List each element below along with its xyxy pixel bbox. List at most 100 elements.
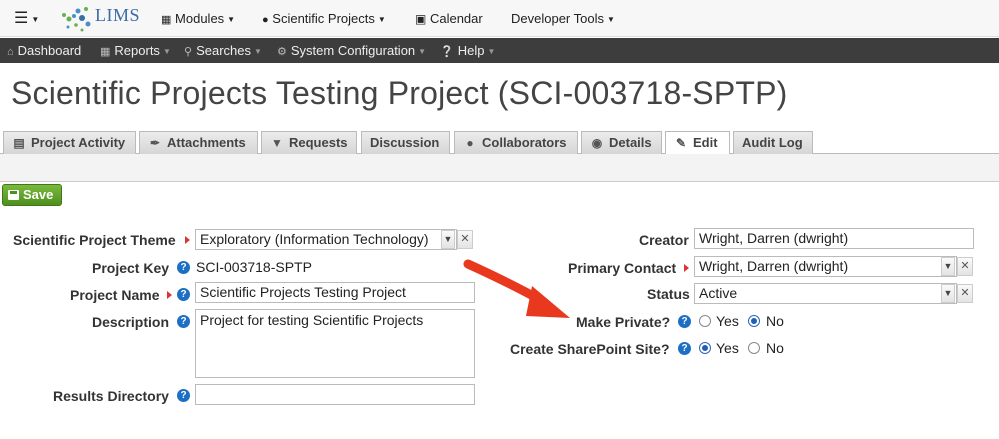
creator-input[interactable]: Wright, Darren (dwright) xyxy=(694,228,974,249)
tab-attachments[interactable]: ✒ Attachments xyxy=(139,131,258,154)
hamburger-icon: ☰ xyxy=(14,10,29,27)
project-name-input[interactable]: Scientific Projects Testing Project xyxy=(195,282,475,303)
private-yes-radio[interactable] xyxy=(699,315,711,327)
logo-text: LIMS xyxy=(95,5,141,25)
project-key-label: Project Key xyxy=(92,260,170,276)
tab-label: Audit Log xyxy=(742,135,803,150)
calendar-icon: ▣ xyxy=(415,12,427,26)
tab-discussion[interactable]: Discussion xyxy=(361,131,450,154)
help-icon[interactable]: ? xyxy=(177,389,190,402)
theme-label: Scientific Project Theme xyxy=(13,232,176,248)
description-textarea[interactable]: Project for testing Scientific Projects xyxy=(195,309,475,378)
nav-developer-tools-label: Developer Tools xyxy=(511,11,604,26)
modules-icon: ▦ xyxy=(161,14,172,26)
help-icon[interactable]: ? xyxy=(177,261,190,274)
tab-collaborators[interactable]: ● Collaborators xyxy=(454,131,578,154)
nav-reports-label: Reports xyxy=(114,43,160,58)
tab-label: Discussion xyxy=(370,135,440,150)
help-icon[interactable]: ? xyxy=(678,315,691,328)
tab-label: Details xyxy=(609,135,652,150)
table-icon: ▦ xyxy=(100,46,111,58)
tab-label: Collaborators xyxy=(482,135,567,150)
project-key-value: SCI-003718-SPTP xyxy=(196,259,312,275)
save-button-label: Save xyxy=(23,187,54,202)
nav-calendar-label: Calendar xyxy=(429,11,483,26)
required-marker xyxy=(185,236,190,244)
nav-dashboard-label: Dashboard xyxy=(17,43,82,58)
private-no-radio[interactable] xyxy=(748,315,760,327)
annotation-arrow-icon xyxy=(463,259,570,318)
status-select[interactable]: Active xyxy=(694,283,957,304)
tab-edit[interactable]: ✎ Edit xyxy=(665,131,730,155)
nav-dashboard[interactable]: ⌂ Dashboard xyxy=(7,38,81,63)
save-icon xyxy=(8,190,19,200)
gear-icon: ⚙ xyxy=(277,46,287,58)
description-label: Description xyxy=(92,314,170,330)
chevron-down-icon[interactable]: ▼ xyxy=(941,257,955,276)
nav-scientific-projects[interactable]: ● Scientific Projects ▼ xyxy=(262,0,386,37)
clear-contact-button[interactable]: ✕ xyxy=(957,257,973,276)
tab-label: Requests xyxy=(289,135,348,150)
help-icon[interactable]: ? xyxy=(177,288,190,301)
nav-searches-label: Searches xyxy=(196,43,251,58)
private-yes-label: Yes xyxy=(716,313,739,329)
chevron-down-icon[interactable]: ▼ xyxy=(441,230,455,249)
nav-scientific-projects-label: Scientific Projects xyxy=(272,11,375,26)
nav-help-label: Help xyxy=(457,43,485,58)
help-icon[interactable]: ? xyxy=(678,342,691,355)
sharepoint-label: Create SharePoint Site? xyxy=(510,341,670,357)
home-icon: ⌂ xyxy=(7,46,14,58)
project-name-label: Project Name xyxy=(70,287,160,303)
list-icon: ▤ xyxy=(13,136,25,150)
nav-help[interactable]: ❔ Help ▼ xyxy=(440,38,495,63)
tab-details[interactable]: ◉ Details xyxy=(581,131,662,154)
secondary-navbar: ⌂ Dashboard ▦ Reports ▼ ⚲ Searches ▼ ⚙ System … xyxy=(0,38,999,63)
users-icon: ● xyxy=(466,136,474,150)
page-title: Scientific Projects Testing Project (SCI… xyxy=(11,75,788,111)
tab-label: Attachments xyxy=(167,135,246,150)
nav-reports[interactable]: ▦ Reports ▼ xyxy=(100,38,171,63)
question-icon: ❔ xyxy=(440,46,454,58)
results-directory-input[interactable] xyxy=(195,384,475,405)
tab-project-activity[interactable]: ▤ Project Activity xyxy=(3,131,136,154)
chevron-down-icon[interactable]: ▼ xyxy=(941,284,955,303)
sharepoint-no-label: No xyxy=(766,340,784,356)
nav-system-configuration-label: System Configuration xyxy=(290,43,416,58)
eye-icon: ◉ xyxy=(591,136,603,150)
toolbar xyxy=(0,154,999,182)
hamburger-menu-button[interactable]: ☰ ▼ xyxy=(14,0,39,37)
nav-modules[interactable]: ▦ Modules ▼ xyxy=(161,0,235,37)
close-icon: ✕ xyxy=(960,260,970,272)
required-marker xyxy=(684,264,689,272)
tab-bar: ▤ Project Activity ✒ Attachments ▼ Requests… xyxy=(0,131,999,155)
clear-theme-button[interactable]: ✕ xyxy=(457,230,473,249)
nav-searches[interactable]: ⚲ Searches ▼ xyxy=(184,38,262,63)
nav-modules-label: Modules xyxy=(175,11,225,26)
nav-developer-tools[interactable]: Developer Tools ▼ xyxy=(511,0,615,37)
nav-system-configuration[interactable]: ⚙ System Configuration ▼ xyxy=(277,38,426,63)
theme-select[interactable]: Exploratory (Information Technology) xyxy=(195,229,457,250)
help-icon[interactable]: ? xyxy=(177,315,190,328)
top-navbar: ☰ ▼ LIMS ▦ Modules ▼ ● Scientific Projects… xyxy=(0,0,999,37)
primary-contact-label: Primary Contact xyxy=(568,260,677,276)
sharepoint-yes-label: Yes xyxy=(716,340,739,356)
clear-status-button[interactable]: ✕ xyxy=(957,284,973,303)
save-button[interactable]: Save xyxy=(2,184,62,206)
sharepoint-yes-radio[interactable] xyxy=(699,342,711,354)
tab-audit-log[interactable]: Audit Log xyxy=(733,131,813,154)
comments-icon: ● xyxy=(262,14,269,26)
tab-label: Project Activity xyxy=(31,135,126,150)
primary-contact-select[interactable]: Wright, Darren (dwright) xyxy=(694,256,957,277)
tab-label: Edit xyxy=(693,135,718,150)
edit-icon: ✎ xyxy=(675,136,687,150)
make-private-label: Make Private? xyxy=(576,314,671,330)
sharepoint-no-radio[interactable] xyxy=(748,342,760,354)
cart-icon: ▼ xyxy=(271,136,283,150)
paperclip-icon: ✒ xyxy=(149,136,161,150)
tab-requests[interactable]: ▼ Requests xyxy=(261,131,357,154)
nav-calendar[interactable]: ▣ Calendar xyxy=(415,0,483,37)
private-no-label: No xyxy=(766,313,784,329)
results-directory-label: Results Directory xyxy=(53,388,169,404)
close-icon: ✕ xyxy=(960,287,970,299)
status-label: Status xyxy=(647,286,690,302)
